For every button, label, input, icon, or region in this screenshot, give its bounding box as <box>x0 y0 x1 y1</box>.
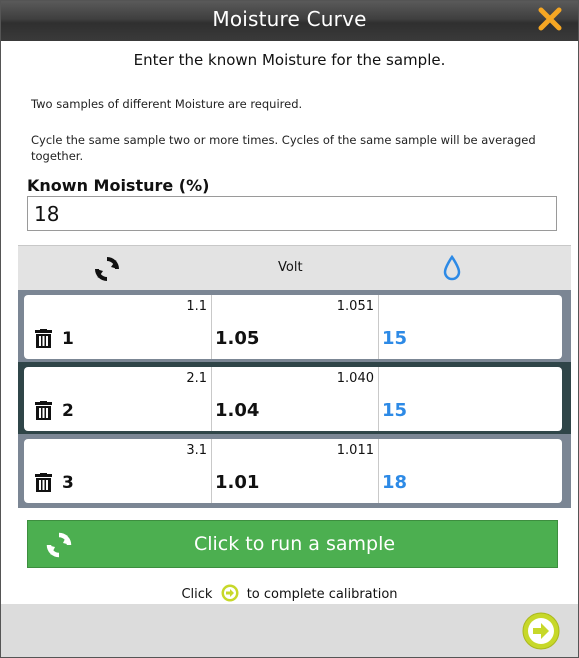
instruction-note-cycles: Cycle the same sample two or more times.… <box>31 133 536 163</box>
sample-card: 3.1 3 1.011 1.01 18 <box>24 439 562 503</box>
completion-hint: Click to complete calibration <box>1 584 578 602</box>
raw-volt: 1.051 <box>336 299 374 314</box>
trash-icon[interactable] <box>35 473 52 492</box>
sample-number: 1 <box>62 329 74 349</box>
sample-card: 1.1 1 1.051 1.05 15 <box>24 295 562 359</box>
moisture-value: 15 <box>382 328 408 349</box>
hint-text-after: to complete calibration <box>246 587 398 602</box>
table-header: Volt <box>18 245 571 290</box>
sample-list: 1.1 1 1.051 1.05 15 2.1 2 1.040 1.04 15 … <box>18 290 571 508</box>
table-row-selected[interactable]: 2.1 2 1.040 1.04 15 <box>18 362 571 434</box>
cycle-number: 1.1 <box>186 299 207 314</box>
moisture-curve-dialog: Moisture Curve Enter the known Moisture … <box>0 0 579 658</box>
run-sample-label: Click to run a sample <box>193 533 396 555</box>
hint-text-before: Click <box>181 587 213 602</box>
volt-column-header: Volt <box>278 260 303 275</box>
moisture-value: 15 <box>382 400 408 421</box>
known-moisture-label: Known Moisture (%) <box>27 176 210 195</box>
known-moisture-input[interactable] <box>27 196 557 231</box>
sample-number: 3 <box>62 473 74 493</box>
table-row[interactable]: 3.1 3 1.011 1.01 18 <box>18 434 571 506</box>
next-arrow-icon[interactable] <box>522 612 560 650</box>
sample-card: 2.1 2 1.040 1.04 15 <box>24 367 562 431</box>
title-bar: Moisture Curve <box>1 1 578 41</box>
water-drop-icon <box>443 255 461 281</box>
cycle-number: 3.1 <box>186 443 207 458</box>
cycle-icon <box>95 257 119 281</box>
instruction-heading: Enter the known Moisture for the sample. <box>133 51 446 69</box>
raw-volt: 1.040 <box>336 371 374 386</box>
volt-value: 1.05 <box>215 328 260 349</box>
cycle-number: 2.1 <box>186 371 207 386</box>
volt-value: 1.04 <box>215 400 260 421</box>
raw-volt: 1.011 <box>336 443 374 458</box>
trash-icon[interactable] <box>35 401 52 420</box>
next-arrow-icon <box>221 584 239 602</box>
moisture-value: 18 <box>382 472 408 493</box>
close-icon[interactable] <box>536 5 564 33</box>
run-sample-button[interactable]: Click to run a sample <box>27 520 558 568</box>
sample-number: 2 <box>62 401 74 421</box>
instruction-note-samples: Two samples of different Moisture are re… <box>31 97 303 111</box>
dialog-title: Moisture Curve <box>212 7 367 31</box>
volt-value: 1.01 <box>215 472 260 493</box>
table-row[interactable]: 1.1 1 1.051 1.05 15 <box>18 290 571 362</box>
trash-icon[interactable] <box>35 329 52 348</box>
footer-bar <box>1 604 578 657</box>
